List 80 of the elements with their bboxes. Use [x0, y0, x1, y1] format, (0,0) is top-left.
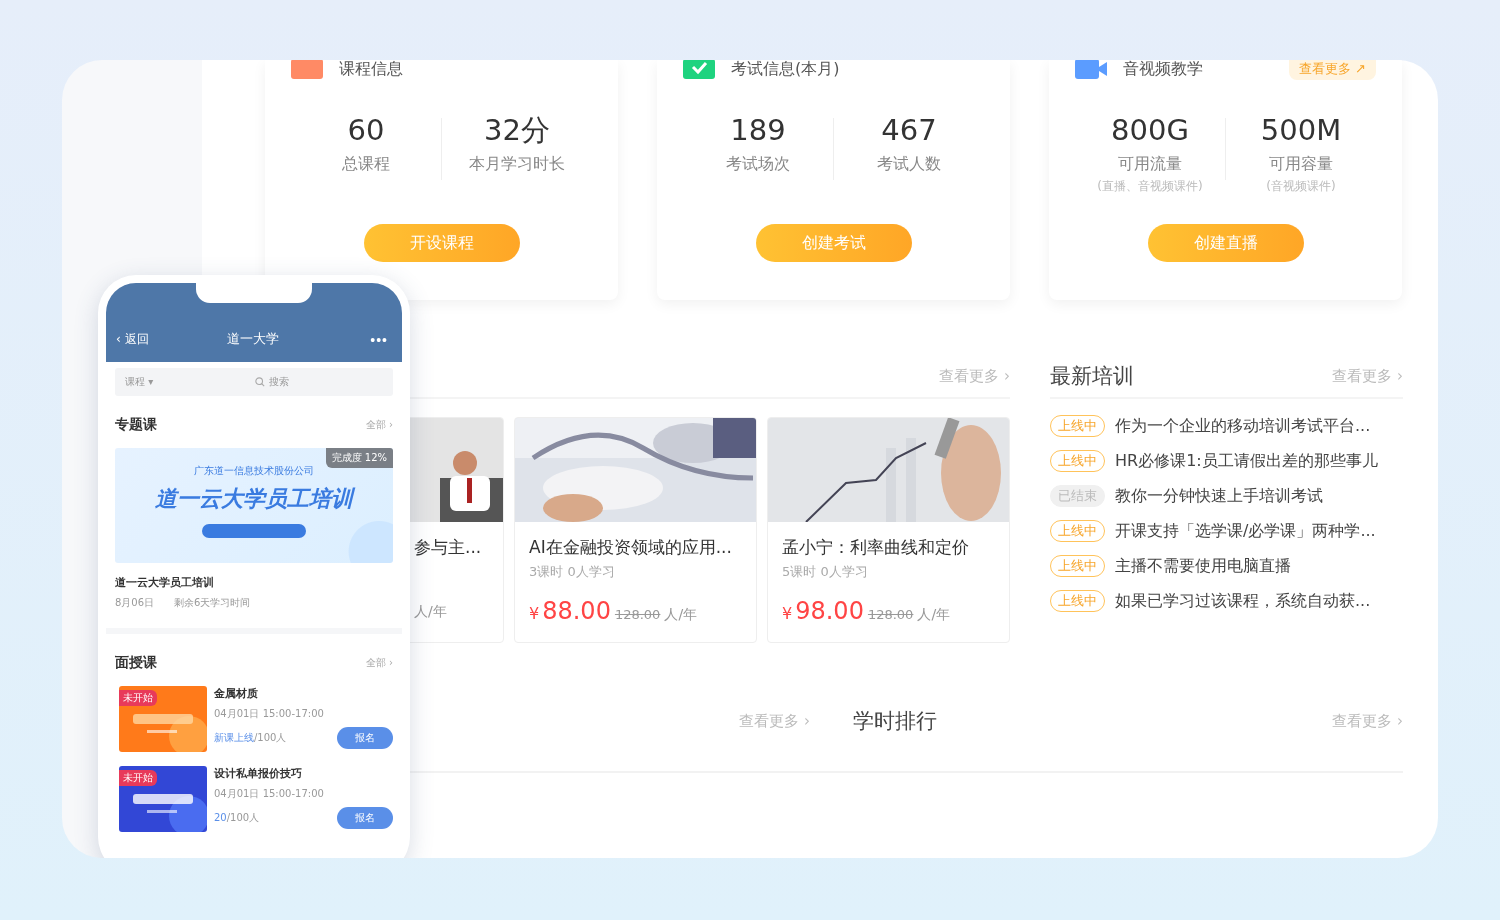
stat-label: 考试场次	[726, 154, 790, 175]
training-link[interactable]: HR必修课1:员工请假出差的那些事儿	[1115, 450, 1378, 472]
course-title: 参与主...	[414, 536, 483, 559]
stat-label: 考试人数	[877, 154, 941, 175]
status-tag: 上线中	[1050, 450, 1105, 472]
progress-badge: 完成度 12%	[325, 448, 393, 468]
more-link[interactable]: 查看更多 ›	[939, 366, 1010, 386]
section-title: 专题课	[115, 416, 157, 434]
training-link[interactable]: 作为一个企业的移动培训考试平台...	[1115, 415, 1371, 437]
remaining-time: 剩余6天学习时间	[174, 596, 251, 610]
section-title: 最新培训	[1050, 363, 1134, 390]
stat-value: 189	[730, 112, 786, 148]
price-unit: 人/年	[664, 606, 698, 624]
filter-dropdown[interactable]: 课程 ▾	[125, 375, 255, 389]
training-link[interactable]: 如果已学习过该课程，系统自动获...	[1115, 590, 1371, 612]
old-price: 128.00	[614, 607, 661, 622]
menu-button[interactable]: •••	[370, 332, 388, 348]
enrollment-count: 20/100人	[214, 811, 260, 825]
price: ¥98.00	[782, 597, 864, 625]
more-link[interactable]: 查看更多 ›	[739, 711, 810, 731]
training-link[interactable]: 开课支持「选学课/必学课」两种学...	[1115, 520, 1376, 542]
stat-label: 本月学习时长	[469, 154, 565, 175]
course-title: 道一云大学员工培训	[115, 575, 215, 590]
training-link[interactable]: 教你一分钟快速上手培训考试	[1115, 485, 1323, 507]
stat-label: 总课程	[342, 154, 390, 175]
more-link[interactable]: 查看更多 ›	[1332, 366, 1403, 386]
section-title: 面授课	[115, 654, 157, 672]
stat-value: 32分	[484, 112, 550, 148]
status-tag: 上线中	[1050, 555, 1105, 577]
status-tag: 上线中	[1050, 590, 1105, 612]
stat-label: 可用流量	[1118, 154, 1182, 175]
section-title: 学时排行	[853, 708, 937, 735]
search-placeholder: 搜索	[269, 375, 289, 389]
back-button[interactable]: ‹ 返回	[116, 331, 176, 348]
course-card[interactable]: 孟小宁：利率曲线和定价 5课时 0人学习 ¥98.00 128.00 人/年	[767, 417, 1010, 643]
course-title: 金属材质	[214, 686, 259, 701]
stat-value: 800G	[1111, 112, 1189, 148]
video-icon	[1075, 60, 1107, 79]
search-field[interactable]: 课程 ▾ 搜索	[115, 368, 393, 396]
status-tag: 未开始	[119, 690, 157, 706]
price-unit: 人/年	[414, 603, 447, 621]
all-link[interactable]: 全部 ›	[365, 656, 393, 670]
course-title: 设计私单报价技巧	[214, 766, 303, 781]
status-tag: 上线中	[1050, 415, 1105, 437]
old-price: 128.00	[867, 607, 914, 622]
stat-value: 60	[347, 112, 385, 148]
more-link[interactable]: 查看更多 ›	[1332, 711, 1403, 731]
course-meta: 5课时 0人学习	[782, 563, 869, 581]
enrollment-count: 新课上线/100人	[214, 731, 287, 745]
card-title: 考试信息(本月)	[731, 60, 840, 80]
course-date: 8月06日	[115, 596, 155, 610]
stat-note: (直播、音视频课件)	[1097, 178, 1203, 195]
stat-note: (音视频课件)	[1266, 178, 1336, 195]
price-unit: 人/年	[917, 606, 951, 624]
enroll-button[interactable]: 报名	[337, 807, 393, 829]
action-button[interactable]: 开设课程	[363, 224, 520, 262]
training-link[interactable]: 主播不需要使用电脑直播	[1115, 555, 1291, 577]
course-title: 孟小宁：利率曲线和定价	[782, 536, 970, 559]
all-link[interactable]: 全部 ›	[365, 418, 393, 432]
enroll-button[interactable]: 报名	[337, 727, 393, 749]
status-tag: 上线中	[1050, 520, 1105, 542]
course-banner[interactable]: 完成度 12% 广东道一信息技术股份公司 道一云大学员工培训	[115, 448, 393, 563]
banner-company: 广东道一信息技术股份公司	[194, 464, 314, 478]
search-icon	[255, 377, 265, 387]
stat-value: 467	[881, 112, 937, 148]
status-tag: 未开始	[119, 770, 157, 786]
course-card[interactable]: AI在金融投资领域的应用... 3课时 0人学习 ¥88.00 128.00 人/年	[514, 417, 757, 643]
course-title: AI在金融投资领域的应用...	[529, 536, 733, 559]
stat-value: 500M	[1260, 112, 1342, 148]
app-title: 道一大学	[226, 330, 281, 348]
action-button[interactable]: 创建考试	[755, 224, 912, 262]
more-link[interactable]: 查看更多 ↗	[1288, 60, 1376, 80]
course-time: 04月01日 15:00-17:00	[214, 707, 325, 721]
action-button[interactable]: 创建直播	[1147, 224, 1304, 262]
card-title: 课程信息	[339, 60, 403, 80]
course-time: 04月01日 15:00-17:00	[214, 787, 325, 801]
card-title: 音视频教学	[1123, 60, 1203, 80]
stat-label: 可用容量	[1269, 154, 1333, 175]
course-meta: 3课时 0人学习	[529, 563, 616, 581]
price: ¥88.00	[529, 597, 611, 625]
